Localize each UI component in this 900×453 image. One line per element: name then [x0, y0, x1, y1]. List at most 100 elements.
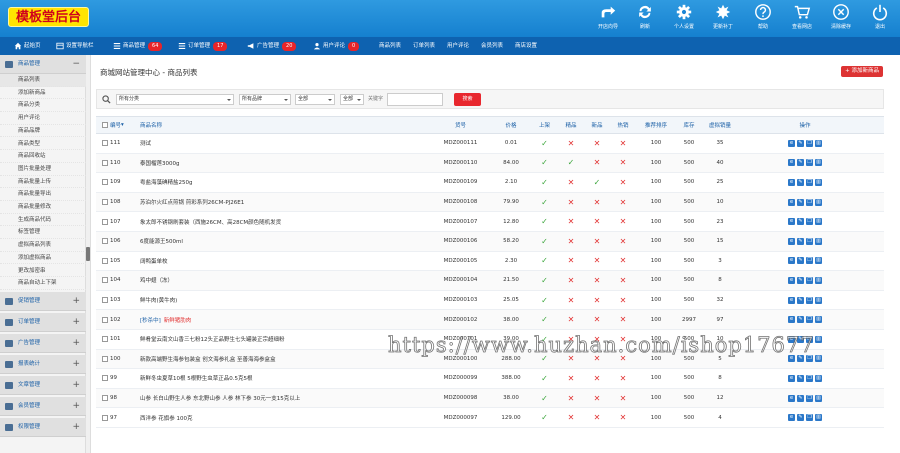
sort-icon[interactable]: ▾ — [121, 122, 124, 128]
cell-name[interactable]: 鸡中翅（冻） — [140, 271, 430, 290]
delete-icon[interactable]: ▥ — [815, 198, 822, 206]
edit-icon[interactable]: ✎ — [797, 237, 804, 245]
delete-icon[interactable]: ▥ — [815, 414, 822, 422]
delete-icon[interactable]: ▥ — [815, 159, 822, 167]
cross-icon[interactable]: ✕ — [620, 178, 627, 187]
row-checkbox[interactable] — [102, 140, 108, 147]
delete-icon[interactable]: ▥ — [815, 335, 822, 343]
cross-icon[interactable]: ✕ — [620, 158, 627, 167]
goods-name[interactable]: 新款高端野生海参包装盒 创文海参礼盒 至善海海参盒盒 — [140, 355, 276, 363]
cross-icon[interactable]: ✕ — [620, 374, 627, 383]
cross-icon[interactable]: ✕ — [594, 374, 601, 383]
row-checkbox[interactable] — [102, 336, 108, 343]
cross-icon[interactable]: ✕ — [568, 256, 575, 265]
copy-icon[interactable]: ❐ — [806, 257, 813, 265]
goods-name[interactable]: 泰国榴莲3000g — [140, 159, 180, 167]
cross-icon[interactable]: ✕ — [620, 413, 627, 422]
cross-icon[interactable]: ✕ — [620, 296, 627, 305]
cell-name[interactable]: 象太郎不锈钢刷套装（西施26CM、高28CM颜色随机发货 — [140, 212, 430, 231]
check-icon[interactable]: ✓ — [541, 139, 548, 148]
row-checkbox[interactable] — [102, 355, 108, 362]
toggle-icon[interactable]: + — [72, 397, 80, 416]
edit-icon[interactable]: ✎ — [797, 178, 804, 186]
nav-goods-manage[interactable]: 商品管理 64 — [113, 37, 163, 55]
row-checkbox[interactable] — [102, 375, 108, 382]
cell-name[interactable]: 新鲜冬虫夏草10根 5根野生虫草正品0.5克5根 — [140, 369, 430, 388]
sidebar-group[interactable]: 广告管理 + — [0, 333, 86, 353]
toggle-icon[interactable]: + — [72, 418, 80, 437]
edit-icon[interactable]: ✎ — [797, 276, 804, 284]
delete-icon[interactable]: ▥ — [815, 316, 822, 324]
delete-icon[interactable]: ▥ — [815, 139, 822, 147]
goods-name[interactable]: 象太郎不锈钢刷套装（西施26CM、高28CM颜色随机发货 — [140, 218, 281, 226]
nav-shop-settings[interactable]: 商店设置 — [515, 37, 537, 55]
edit-icon[interactable]: ✎ — [797, 159, 804, 167]
search-button[interactable]: 搜索 — [454, 93, 481, 106]
delete-icon[interactable]: ▥ — [815, 218, 822, 226]
sidebar-item[interactable]: 商品批量修改 — [0, 201, 86, 214]
goods-name[interactable]: 苏泊尔火红点煎锅 煎彩系列26CM-PJ26E1 — [140, 198, 244, 206]
view-icon[interactable]: e — [788, 316, 795, 324]
cross-icon[interactable]: ✕ — [568, 315, 575, 324]
row-checkbox[interactable] — [102, 277, 108, 284]
toggle-icon[interactable]: + — [72, 292, 80, 311]
view-icon[interactable]: e — [788, 296, 795, 304]
check-icon[interactable]: ✓ — [541, 237, 548, 246]
toolbar-view-shop-button[interactable]: 查看网店 — [784, 3, 820, 35]
row-checkbox[interactable] — [102, 179, 108, 186]
nav-order-manage[interactable]: 订单管理 17 — [178, 37, 228, 55]
cross-icon[interactable]: ✕ — [568, 394, 575, 403]
check-icon[interactable]: ✓ — [541, 256, 548, 265]
toolbar-shop-guide-button[interactable]: 开店向导 — [590, 3, 626, 35]
row-checkbox[interactable] — [102, 238, 108, 245]
toolbar-logout-button[interactable]: 退出 — [862, 3, 898, 35]
cell-name[interactable]: 苏泊尔火红点煎锅 煎彩系列26CM-PJ26E1 — [140, 193, 430, 212]
check-icon[interactable]: ✓ — [541, 296, 548, 305]
sidebar-item[interactable]: 添加新商品 — [0, 87, 86, 100]
cross-icon[interactable]: ✕ — [620, 256, 627, 265]
row-checkbox[interactable] — [102, 316, 108, 323]
check-icon[interactable]: ✓ — [541, 315, 548, 324]
copy-icon[interactable]: ❐ — [806, 139, 813, 147]
sidebar-item[interactable]: 商品品牌 — [0, 125, 86, 138]
cross-icon[interactable]: ✕ — [594, 139, 601, 148]
add-goods-button[interactable]: + 添加新商品 — [841, 66, 883, 77]
sidebar-item[interactable]: 虚拟商品列表 — [0, 239, 86, 252]
cross-icon[interactable]: ✕ — [594, 198, 601, 207]
toggle-icon[interactable]: + — [72, 313, 80, 332]
cell-name[interactable]: 阔鸭蛋单枚 — [140, 252, 430, 271]
view-icon[interactable]: e — [788, 139, 795, 147]
toggle-icon[interactable]: + — [72, 334, 80, 353]
cell-name[interactable]: [秒杀中] 新鲜猪肋肉 — [140, 310, 430, 329]
sidebar-group[interactable]: 会员管理 + — [0, 396, 86, 416]
cross-icon[interactable]: ✕ — [594, 217, 601, 226]
cross-icon[interactable]: ✕ — [568, 217, 575, 226]
row-checkbox[interactable] — [102, 395, 108, 402]
copy-icon[interactable]: ❐ — [806, 198, 813, 206]
goods-name[interactable]: 新鲜冬虫夏草10根 5根野生虫草正品0.5克5根 — [140, 374, 253, 382]
edit-icon[interactable]: ✎ — [797, 257, 804, 265]
filter-select-4[interactable]: 全部 — [340, 94, 364, 105]
sidebar-item[interactable]: 标签管理 — [0, 226, 86, 240]
edit-icon[interactable]: ✎ — [797, 218, 804, 226]
edit-icon[interactable]: ✎ — [797, 296, 804, 304]
cross-icon[interactable]: ✕ — [620, 198, 627, 207]
nav-comments[interactable]: 用户评论 — [447, 37, 469, 55]
sidebar-group[interactable]: 文章管理 + — [0, 375, 86, 395]
cell-name[interactable]: 鲜牛肉(黄牛肉) — [140, 291, 430, 310]
row-checkbox[interactable] — [102, 218, 108, 225]
goods-name[interactable]: 山参 长白山野生人参 东北野山参 人参 林下参 30元一支15克以上 — [140, 394, 300, 402]
copy-icon[interactable]: ❐ — [806, 276, 813, 284]
header-id[interactable]: 编号 ▾ — [102, 117, 140, 133]
toolbar-help-button[interactable]: 帮助 — [745, 3, 781, 35]
check-icon[interactable]: ✓ — [541, 276, 548, 285]
cell-name[interactable]: 新款高端野生海参包装盒 创文海参礼盒 至善海海参盒盒 — [140, 350, 430, 369]
cross-icon[interactable]: ✕ — [568, 178, 575, 187]
toggle-icon[interactable]: + — [72, 355, 80, 374]
toolbar-settings-button[interactable]: 个人设置 — [666, 3, 702, 35]
cell-name[interactable]: 6度能源王500ml — [140, 232, 430, 251]
delete-icon[interactable]: ▥ — [815, 237, 822, 245]
delete-icon[interactable]: ▥ — [815, 257, 822, 265]
sidebar-item[interactable]: 商品批量上传 — [0, 176, 86, 189]
logo[interactable]: 模板堂后台 — [8, 7, 90, 27]
